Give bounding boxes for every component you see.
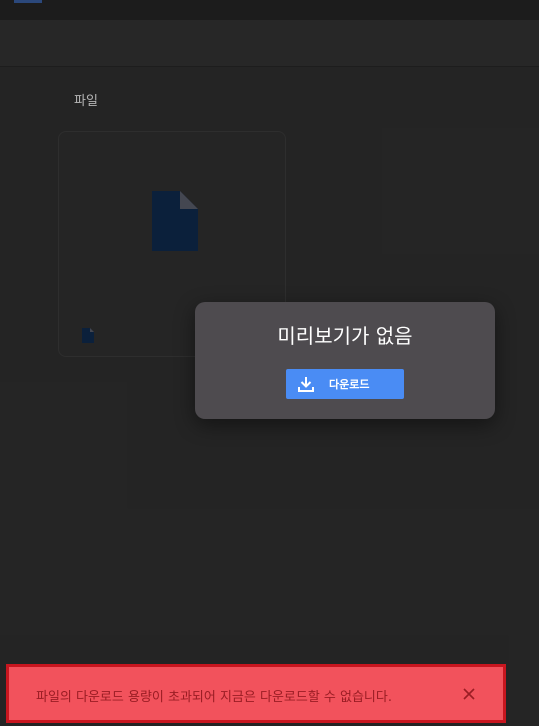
error-toast: 파일의 다운로드 용량이 초과되어 지금은 다운로드할 수 없습니다.	[6, 664, 506, 723]
download-button[interactable]: 다운로드	[286, 369, 404, 399]
close-icon[interactable]	[462, 687, 476, 701]
no-preview-dialog: 미리보기가 없음 다운로드	[195, 302, 495, 419]
download-icon	[298, 377, 314, 392]
error-message: 파일의 다운로드 용량이 초과되어 지금은 다운로드할 수 없습니다.	[36, 690, 392, 705]
download-button-label: 다운로드	[329, 378, 370, 391]
no-preview-title: 미리보기가 없음	[277, 324, 413, 348]
